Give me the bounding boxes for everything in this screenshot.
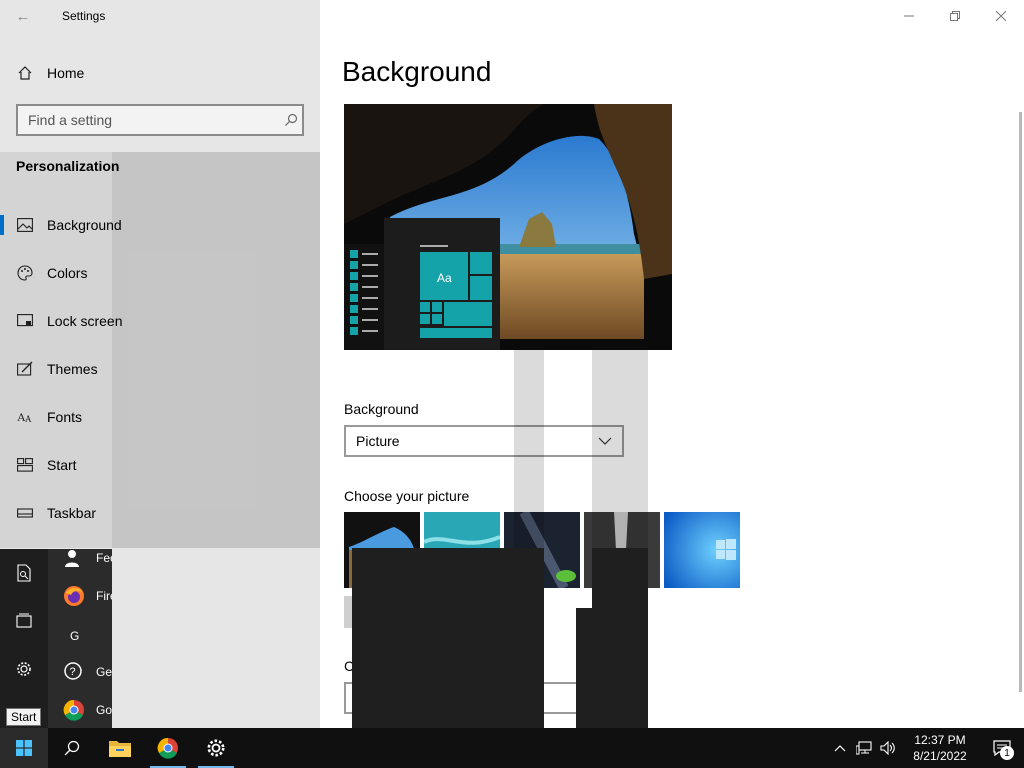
close-icon <box>996 11 1006 21</box>
get-help-icon: ? <box>62 660 86 684</box>
overlay-stripe <box>112 152 320 548</box>
notification-count-badge: 1 <box>1000 746 1014 760</box>
app-label: Fire <box>96 589 112 603</box>
taskbar-file-explorer[interactable] <box>96 728 144 768</box>
restore-icon <box>950 11 960 21</box>
svg-text:?: ? <box>70 666 76 678</box>
restore-button[interactable] <box>932 0 978 32</box>
taskbar-chrome[interactable] <box>144 728 192 768</box>
start-button[interactable] <box>0 728 48 768</box>
settings-gear-icon[interactable] <box>14 659 34 679</box>
window-controls <box>886 0 1024 32</box>
search-icon[interactable] <box>280 113 302 127</box>
occluding-block <box>592 548 648 610</box>
back-button[interactable]: ← <box>0 0 46 32</box>
title-bar: ← Settings <box>0 0 320 32</box>
windows-logo-icon <box>16 740 32 756</box>
search-input[interactable] <box>18 112 280 128</box>
system-tray: 12:37 PM 8/21/2022 1 <box>828 728 1024 768</box>
home-icon <box>16 64 34 82</box>
preview-tile-text: Aa <box>437 271 452 285</box>
start-letter-header: G <box>70 629 80 643</box>
overlay-stripe <box>0 152 112 548</box>
clock-date: 8/21/2022 <box>913 749 967 763</box>
background-preview: Aa <box>344 104 672 350</box>
start-menu-rail <box>0 549 48 728</box>
search-box[interactable] <box>16 104 304 136</box>
chrome-icon <box>157 737 178 759</box>
app-label: Get <box>96 665 112 679</box>
network-button[interactable] <box>852 728 876 768</box>
firefox-icon <box>62 584 86 608</box>
window-title: Settings <box>62 9 106 23</box>
app-label: Go <box>96 703 112 717</box>
page-title: Background <box>342 56 492 87</box>
taskbar: 12:37 PM 8/21/2022 1 <box>0 728 1024 768</box>
documents-icon[interactable] <box>14 563 34 583</box>
app-feedback-hub[interactable]: Fee <box>62 549 112 571</box>
home-nav-item[interactable]: Home <box>0 57 320 89</box>
background-type-dropdown[interactable]: Picture <box>344 425 624 457</box>
close-button[interactable] <box>978 0 1024 32</box>
app-get-help[interactable]: ? Get <box>62 659 112 685</box>
clock-time: 12:37 PM <box>914 733 966 747</box>
speaker-icon <box>880 741 895 755</box>
chevron-up-icon <box>834 745 846 752</box>
network-icon <box>856 741 872 755</box>
feedback-hub-icon <box>62 549 86 570</box>
action-center-button[interactable]: 1 <box>980 728 1024 768</box>
occluding-block <box>576 608 648 728</box>
choose-picture-label: Choose your picture <box>344 488 470 504</box>
start-menu-app-list: Fee Fire ? Get Go <box>48 549 112 728</box>
scrollbar[interactable] <box>1019 112 1022 692</box>
home-label: Home <box>47 65 85 81</box>
occluding-block <box>352 548 544 728</box>
app-google-chrome[interactable]: Go <box>62 697 112 723</box>
settings-gear-icon <box>207 739 225 757</box>
minimize-button[interactable] <box>886 0 932 32</box>
pictures-icon[interactable] <box>14 611 34 631</box>
thumbnail-windows-blue[interactable] <box>664 512 740 588</box>
back-arrow-icon: ← <box>15 7 31 25</box>
search-icon <box>64 740 80 756</box>
file-explorer-icon <box>109 741 131 757</box>
show-hidden-icons-button[interactable] <box>828 728 852 768</box>
background-type-value: Picture <box>356 433 400 449</box>
background-label: Background <box>344 401 419 417</box>
taskbar-settings[interactable] <box>192 728 240 768</box>
app-label: Fee <box>96 551 112 565</box>
overlay-stripe <box>514 350 544 550</box>
volume-button[interactable] <box>876 728 900 768</box>
start-tooltip: Start <box>6 708 42 726</box>
minimize-icon <box>904 15 914 17</box>
app-firefox[interactable]: Fire <box>62 583 112 609</box>
search-button[interactable] <box>48 728 96 768</box>
chrome-icon <box>62 698 86 722</box>
clock[interactable]: 12:37 PM 8/21/2022 <box>900 732 980 764</box>
